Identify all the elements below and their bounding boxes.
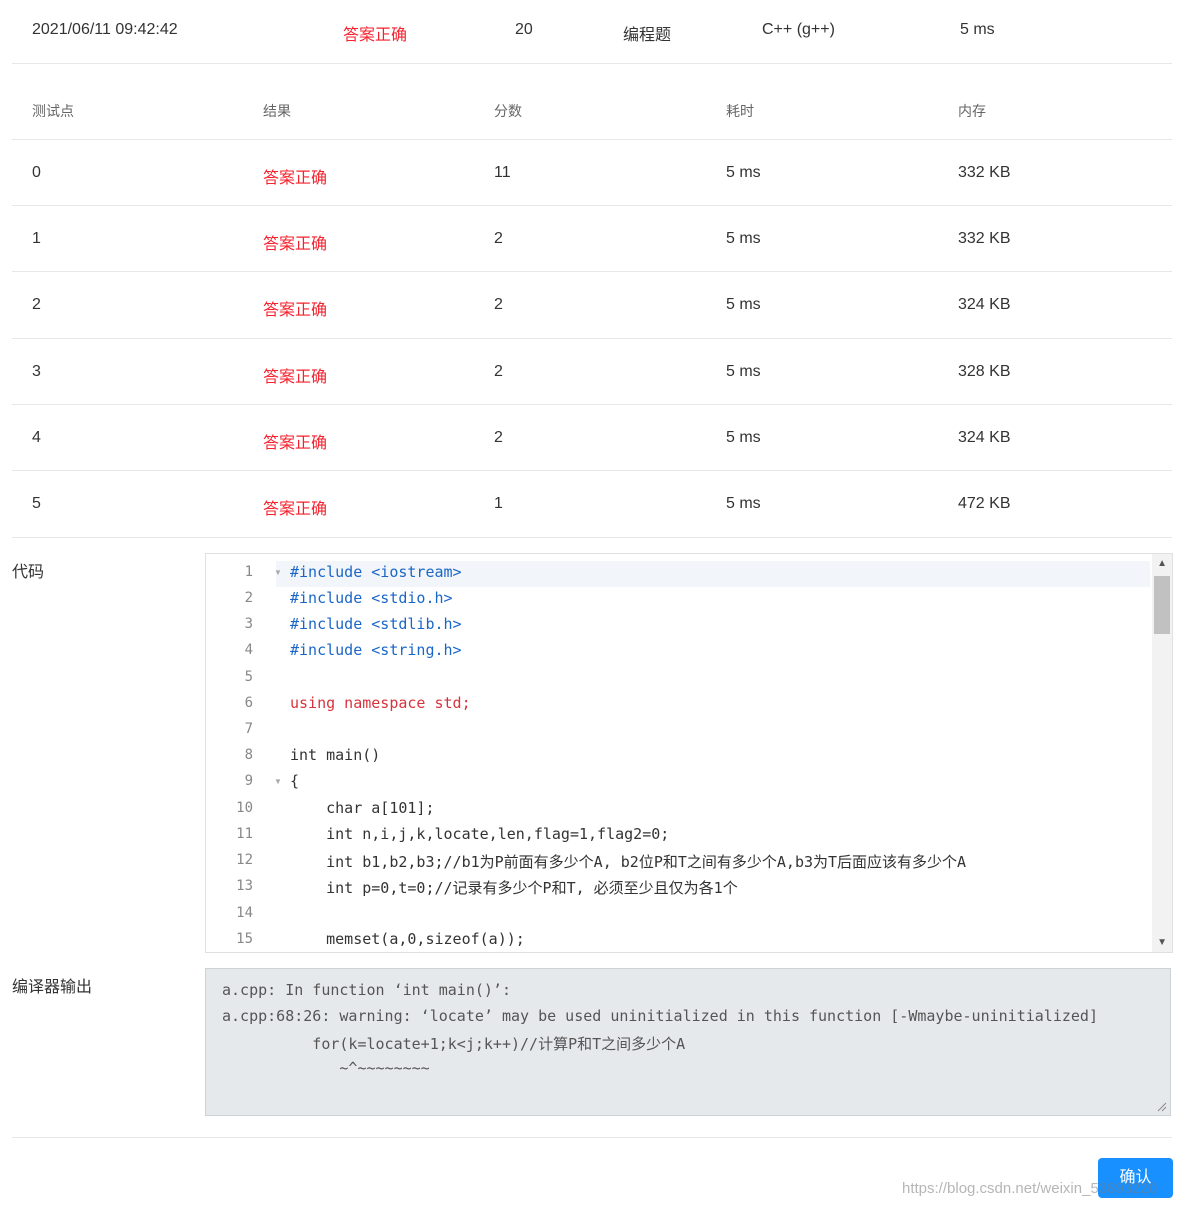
header-time: 耗时 (726, 103, 754, 119)
divider (12, 1137, 1172, 1138)
scroll-up-arrow-icon[interactable]: ▲ (1157, 558, 1167, 569)
cell-score: 2 (494, 296, 503, 313)
cell-testpoint: 4 (32, 429, 41, 446)
submit-time: 2021/06/11 09:42:42 (32, 21, 178, 38)
submission-status: 答案正确 (343, 27, 408, 44)
problem-type: 编程题 (623, 27, 672, 44)
cell-score: 2 (494, 230, 503, 247)
compiler-language: C++ (g++) (762, 21, 835, 38)
code-line: memset(a,0,sizeof(a)); (290, 930, 525, 948)
cell-time: 5 ms (726, 495, 761, 512)
compiler-output-label: 编译器输出 (12, 979, 93, 996)
scrollbar-thumb[interactable] (1154, 576, 1170, 634)
cell-memory: 332 KB (958, 230, 1011, 247)
code-line: int p=0,t=0;//记录有多少个P和T, 必须至少且仅为各1个 (290, 879, 738, 897)
divider (12, 404, 1172, 405)
cell-score: 2 (494, 363, 503, 380)
cell-testpoint: 5 (32, 495, 41, 512)
cell-result: 答案正确 (263, 170, 328, 187)
code-label: 代码 (12, 564, 45, 581)
header-result: 结果 (263, 103, 291, 119)
line-number: 13 (236, 878, 253, 894)
submission-score: 20 (515, 21, 533, 38)
cell-time: 5 ms (726, 230, 761, 247)
cell-time: 5 ms (726, 429, 761, 446)
line-number: 7 (244, 721, 253, 737)
code-line: int n,i,j,k,locate,len,flag=1,flag2=0; (290, 825, 670, 843)
cell-score: 2 (494, 429, 503, 446)
code-line: using namespace std; (290, 694, 471, 712)
code-line: #include <string.h> (290, 641, 462, 659)
cell-result: 答案正确 (263, 435, 328, 452)
header-testpoint: 测试点 (32, 103, 74, 119)
line-number: 3 (244, 616, 253, 632)
code-line: #include <stdio.h> (290, 589, 453, 607)
line-number: 6 (244, 695, 253, 711)
watermark: https://blog.csdn.net/weixin_53893220 (902, 1180, 1158, 1197)
cell-score: 11 (494, 164, 511, 181)
cell-testpoint: 2 (32, 296, 41, 313)
cell-testpoint: 3 (32, 363, 41, 380)
divider (12, 271, 1172, 272)
cell-testpoint: 0 (32, 164, 41, 181)
cell-time: 5 ms (726, 164, 761, 181)
editor-scrollbar[interactable]: ▲ ▼ (1152, 554, 1172, 952)
cell-time: 5 ms (726, 363, 761, 380)
cell-memory: 328 KB (958, 363, 1011, 380)
line-number: 11 (236, 826, 253, 842)
line-number: 4 (244, 642, 253, 658)
line-number: 12 (236, 852, 253, 868)
divider (12, 338, 1172, 339)
output-line: a.cpp: In function ‘int main()’: (222, 981, 511, 999)
line-number: 8 (244, 747, 253, 763)
divider (12, 470, 1172, 471)
cell-memory: 324 KB (958, 429, 1011, 446)
cell-result: 答案正确 (263, 236, 328, 253)
cell-result: 答案正确 (263, 302, 328, 319)
code-line: char a[101]; (290, 799, 435, 817)
code-line: #include <iostream> (290, 563, 462, 581)
fold-arrow-icon[interactable]: ▼ (274, 568, 282, 577)
code-line: #include <stdlib.h> (290, 615, 462, 633)
header-score: 分数 (494, 103, 522, 119)
cell-memory: 324 KB (958, 296, 1011, 313)
line-number: 2 (244, 590, 253, 606)
line-number: 15 (236, 931, 253, 947)
submission-duration: 5 ms (960, 21, 995, 38)
code-line: int main() (290, 746, 381, 764)
compiler-output-box[interactable]: a.cpp: In function ‘int main()’: a.cpp:6… (205, 968, 1171, 1116)
output-line: for(k=locate+1;k<j;k++)//计算P和T之间多少个A (222, 1035, 686, 1053)
cell-time: 5 ms (726, 296, 761, 313)
output-line: a.cpp:68:26: warning: ‘locate’ may be us… (222, 1007, 1098, 1025)
code-line: int b1,b2,b3;//b1为P前面有多少个A, b2位P和T之间有多少个… (290, 853, 967, 871)
cell-memory: 332 KB (958, 164, 1011, 181)
cell-testpoint: 1 (32, 230, 41, 247)
line-number: 5 (244, 669, 253, 685)
fold-arrow-icon[interactable]: ▼ (274, 777, 282, 786)
divider (12, 537, 1172, 538)
cell-result: 答案正确 (263, 501, 328, 518)
output-line: ~^~~~~~~~~ (222, 1059, 430, 1077)
line-number: 10 (236, 800, 253, 816)
divider (12, 63, 1172, 64)
divider (12, 139, 1172, 140)
cell-score: 1 (494, 495, 503, 512)
line-number: 14 (236, 905, 253, 921)
cell-result: 答案正确 (263, 369, 328, 386)
code-line: { (290, 772, 300, 790)
scroll-down-arrow-icon[interactable]: ▼ (1157, 937, 1167, 948)
code-editor[interactable]: 1 2 3 4 5 6 7 8 9 10 11 12 13 14 15 ▼ ▼ … (205, 553, 1173, 953)
divider (12, 205, 1172, 206)
line-number: 9 (244, 773, 253, 789)
resize-handle-icon[interactable] (1157, 1102, 1167, 1112)
cell-memory: 472 KB (958, 495, 1011, 512)
header-memory: 内存 (958, 103, 986, 119)
line-number: 1 (244, 564, 253, 580)
